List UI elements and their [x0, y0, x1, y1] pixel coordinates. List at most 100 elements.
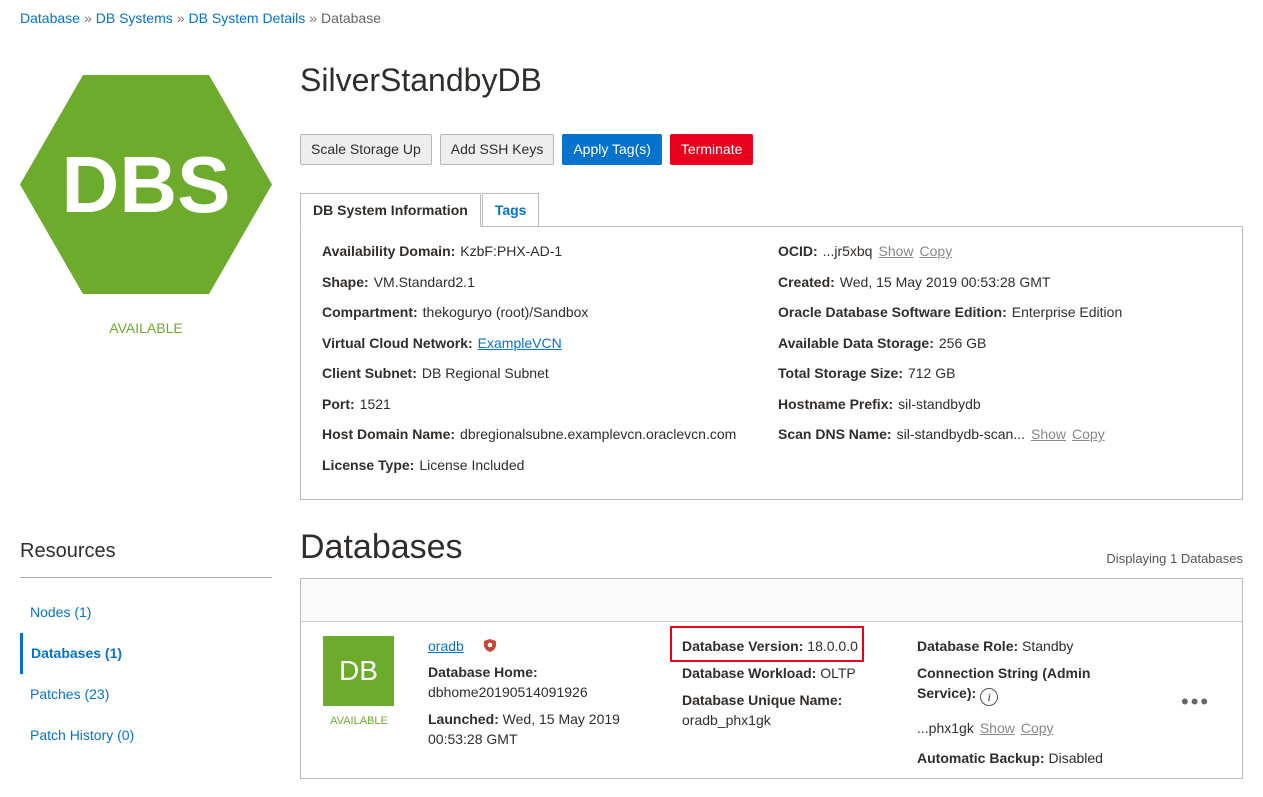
conn-value-row: ...phx1gk Show Copy — [917, 718, 1117, 738]
info-hostname-prefix: Hostname Prefix: sil-standbydb — [778, 396, 1122, 427]
db-version-value: 18.0.0.0 — [807, 638, 858, 654]
info-port: Port: 1521 — [322, 396, 736, 427]
info-license-type: License Type: License Included — [322, 457, 736, 488]
info-scan-dns: Scan DNS Name: sil-standbydb-scan... Show C… — [778, 426, 1122, 457]
db-system-info-panel: Availability Domain: KzbF:PHX-AD-1 Shape:… — [300, 226, 1243, 500]
conn-copy-link[interactable]: Copy — [1021, 720, 1054, 736]
dbsystem-status: AVAILABLE — [109, 320, 183, 336]
db-column-1: oradb Database Home: dbhome20190514091926… — [428, 636, 638, 749]
terminate-button[interactable]: Terminate — [669, 134, 754, 165]
db-home-value: dbhome20190514091926 — [428, 684, 588, 700]
info-edition: Oracle Database Software Edition: Enterpr… — [778, 304, 1122, 335]
resources-title: Resources — [20, 540, 116, 562]
info-label: Host Domain Name: — [322, 426, 456, 442]
conn-label-2: Service): — [917, 685, 977, 701]
info-label: Created: — [778, 273, 835, 290]
db-backup-label: Automatic Backup: — [917, 750, 1045, 766]
resource-item-databases[interactable]: Databases (1) — [20, 633, 272, 674]
info-value: dbregionalsubne.examplevcn.oraclevcn.com — [460, 426, 737, 442]
db-launched-label: Launched: — [428, 711, 499, 727]
info-label: Oracle Database Software Edition: — [778, 304, 1007, 320]
scan-dns-copy-link[interactable]: Copy — [1072, 426, 1105, 442]
db-workload-label: Database Workload: — [682, 665, 817, 681]
databases-count: Displaying 1 Databases — [1106, 551, 1243, 566]
tab-tags[interactable]: Tags — [481, 193, 540, 227]
tab-db-system-information[interactable]: DB System Information — [300, 193, 481, 227]
info-label: Client Subnet: — [322, 365, 417, 381]
info-label: Port: — [322, 395, 355, 412]
databases-heading: Databases — [300, 528, 463, 566]
db-backup-value: Disabled — [1048, 750, 1103, 766]
db-status: AVAILABLE — [330, 715, 388, 727]
add-ssh-keys-button[interactable]: Add SSH Keys — [439, 134, 555, 165]
info-value: sil-standbydb — [898, 395, 981, 412]
info-label: Virtual Cloud Network: — [322, 334, 473, 351]
info-value: 1521 — [359, 395, 391, 412]
db-name-link[interactable]: oradb — [428, 638, 464, 654]
info-value: 256 GB — [938, 334, 987, 351]
detail-tabs: DB System Information Tags — [300, 193, 540, 227]
table-header — [301, 579, 1242, 622]
db-workload: Database Workload: OLTP — [682, 663, 892, 683]
info-value: VM.Standard2.1 — [373, 273, 475, 290]
resource-item-nodes[interactable]: Nodes (1) — [20, 592, 272, 633]
vcn-link[interactable]: ExampleVCN — [478, 335, 562, 351]
info-label: OCID: — [778, 243, 818, 259]
breadcrumb-database[interactable]: Database — [20, 10, 80, 26]
dbs-hexagon-icon: DBS — [20, 75, 272, 294]
shield-icon — [483, 639, 496, 652]
info-host-domain: Host Domain Name: dbregionalsubne.example… — [322, 426, 736, 457]
db-workload-value: OLTP — [820, 665, 856, 681]
db-role-value: Standby — [1022, 638, 1074, 654]
info-column-left: Availability Domain: KzbF:PHX-AD-1 Shape:… — [322, 243, 736, 487]
ocid-show-link[interactable]: Show — [878, 243, 913, 259]
info-value: License Included — [419, 456, 525, 473]
breadcrumb-db-systems[interactable]: DB Systems — [96, 10, 173, 26]
resources-divider — [20, 577, 272, 578]
ocid-copy-link[interactable]: Copy — [920, 243, 953, 259]
more-actions-icon[interactable]: ••• — [1181, 689, 1210, 715]
info-client-subnet: Client Subnet: DB Regional Subnet — [322, 365, 736, 396]
db-launched: Launched: Wed, 15 May 2019 00:53:28 GMT — [428, 709, 638, 749]
resource-item-patch-history[interactable]: Patch History (0) — [20, 715, 272, 756]
databases-table: DB AVAILABLE oradb Database Home: dbhome2… — [300, 578, 1243, 779]
info-total-storage: Total Storage Size: 712 GB — [778, 365, 1122, 396]
db-version-label: Database Version: — [682, 638, 804, 654]
apply-tags-button[interactable]: Apply Tag(s) — [562, 134, 662, 165]
info-value: thekoguryo (root)/Sandbox — [422, 304, 589, 320]
scale-storage-button[interactable]: Scale Storage Up — [300, 134, 432, 165]
hexagon-label: DBS — [62, 140, 231, 229]
db-home: Database Home: dbhome20190514091926 — [428, 662, 638, 702]
breadcrumb-db-system-details[interactable]: DB System Details — [189, 10, 306, 26]
info-available-storage: Available Data Storage: 256 GB — [778, 335, 1122, 366]
db-name-row: oradb — [428, 636, 638, 656]
page-title: SilverStandbyDB — [300, 62, 542, 98]
breadcrumb-current: Database — [321, 10, 381, 26]
db-column-3: Database Role: Standby Connection String… — [917, 636, 1117, 768]
scan-dns-show-link[interactable]: Show — [1031, 426, 1066, 442]
db-role-label: Database Role: — [917, 638, 1019, 654]
db-launched-time: 00:53:28 GMT — [428, 731, 518, 747]
info-value: 712 GB — [907, 365, 956, 381]
info-ocid: OCID: ...jr5xbq Show Copy — [778, 243, 1122, 274]
resource-item-patches[interactable]: Patches (23) — [20, 674, 272, 715]
action-bar: Scale Storage Up Add SSH Keys Apply Tag(… — [300, 134, 754, 165]
info-compartment: Compartment: thekoguryo (root)/Sandbox — [322, 304, 736, 335]
conn-show-link[interactable]: Show — [980, 720, 1015, 736]
db-connection-string: Connection String (Admin Service): i — [917, 663, 1117, 706]
db-unique-label: Database Unique Name: — [682, 692, 843, 708]
db-role: Database Role: Standby — [917, 636, 1117, 656]
info-label: Shape: — [322, 273, 369, 290]
info-vcn: Virtual Cloud Network: ExampleVCN — [322, 335, 736, 366]
db-column-2: Database Version: 18.0.0.0 Database Work… — [682, 636, 892, 730]
db-version: Database Version: 18.0.0.0 — [682, 636, 892, 656]
info-created: Created: Wed, 15 May 2019 00:53:28 GMT — [778, 274, 1122, 305]
db-unique-value: oradb_phx1gk — [682, 712, 771, 728]
info-column-right: OCID: ...jr5xbq Show Copy Created: Wed, 15 M… — [778, 243, 1122, 457]
info-icon[interactable]: i — [980, 688, 999, 706]
info-label: Hostname Prefix: — [778, 395, 894, 412]
db-tile-icon: DB — [323, 636, 394, 706]
info-label: Total Storage Size: — [778, 365, 903, 381]
info-label: Available Data Storage: — [778, 334, 934, 351]
breadcrumb: Database» DB Systems» DB System Details» Da… — [20, 10, 381, 26]
